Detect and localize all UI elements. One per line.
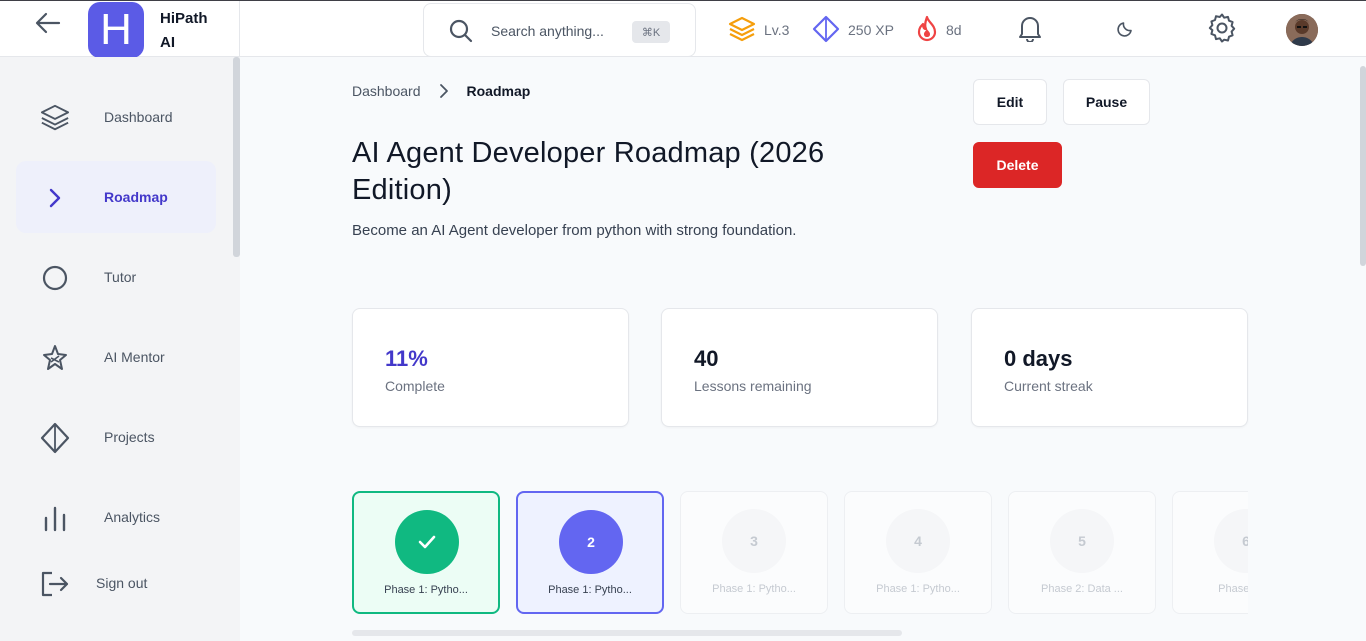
xp-chip[interactable]: 250 XP bbox=[812, 15, 894, 46]
sidebar-item-ai-mentor[interactable]: AI Mentor bbox=[16, 321, 216, 393]
sidebar-item-label: Roadmap bbox=[104, 189, 168, 205]
brand-divider bbox=[239, 1, 240, 58]
circle-icon bbox=[40, 263, 70, 293]
back-button[interactable] bbox=[30, 9, 66, 41]
stat-card-lessons: 40 Lessons remaining bbox=[661, 308, 938, 427]
back-arrow-icon bbox=[35, 12, 61, 39]
phase-label: Phase 1: Pytho... bbox=[876, 583, 960, 595]
sidebar-item-label: Dashboard bbox=[104, 109, 173, 125]
diamond-icon bbox=[40, 422, 70, 454]
pause-button[interactable]: Pause bbox=[1063, 79, 1150, 125]
user-avatar[interactable] bbox=[1286, 14, 1318, 46]
app-logo[interactable]: H bbox=[88, 2, 144, 58]
phase-card-2[interactable]: 2 Phase 1: Pytho... bbox=[516, 491, 664, 614]
sign-out-button[interactable]: Sign out bbox=[16, 547, 216, 619]
moon-icon bbox=[1117, 19, 1135, 42]
brand-name: HiPath AI bbox=[160, 7, 230, 55]
sidebar-item-analytics[interactable]: Analytics bbox=[16, 481, 216, 553]
phase-number: 4 bbox=[886, 509, 950, 573]
stat-label: Complete bbox=[385, 378, 445, 394]
brand-line-1: HiPath bbox=[160, 10, 208, 27]
stat-card-streak: 0 days Current streak bbox=[971, 308, 1248, 427]
top-header: H HiPath AI Search anything... ⌘K Lv.3 2… bbox=[0, 0, 1366, 58]
search-bar[interactable]: Search anything... ⌘K bbox=[423, 3, 696, 57]
phase-label: Phase 2: Data ... bbox=[1041, 583, 1123, 595]
phase-label: Phase 1: Pytho... bbox=[712, 583, 796, 595]
layers-icon bbox=[40, 103, 70, 133]
level-chip[interactable]: Lv.3 bbox=[728, 16, 789, 44]
sign-out-label: Sign out bbox=[96, 575, 148, 591]
sidebar-item-projects[interactable]: Projects bbox=[16, 401, 216, 473]
sidebar-item-dashboard[interactable]: Dashboard bbox=[16, 81, 216, 153]
checkmark-icon bbox=[395, 510, 459, 574]
stat-value: 11% bbox=[385, 346, 428, 371]
search-icon bbox=[448, 18, 474, 49]
search-shortcut-badge: ⌘K bbox=[632, 21, 670, 43]
stat-value: 40 bbox=[694, 346, 719, 371]
phase-number: 6 bbox=[1214, 509, 1248, 573]
phase-label: Phase 1: Pytho... bbox=[384, 584, 468, 596]
sparkle-star-icon bbox=[40, 343, 70, 373]
layers-icon bbox=[728, 16, 756, 45]
phase-strip: Phase 1: Pytho... 2 Phase 1: Pytho... 3 … bbox=[352, 491, 1248, 615]
flame-icon bbox=[916, 15, 938, 46]
bell-icon bbox=[1017, 14, 1043, 47]
logout-icon bbox=[40, 569, 70, 599]
logo-letter: H bbox=[100, 5, 132, 54]
breadcrumb-current: Roadmap bbox=[466, 83, 531, 99]
stat-label: Current streak bbox=[1004, 378, 1093, 394]
page-title: AI Agent Developer Roadmap (2026 Edition… bbox=[352, 137, 825, 206]
notifications-button[interactable] bbox=[1010, 11, 1050, 49]
breadcrumb-parent-link[interactable]: Dashboard bbox=[352, 83, 421, 99]
phase-card-5[interactable]: 5 Phase 2: Data ... bbox=[1008, 491, 1156, 614]
phase-label: Phase 1: Pytho... bbox=[548, 584, 632, 596]
breadcrumb: Dashboard Roadmap bbox=[352, 83, 530, 99]
phase-strip-scrollbar[interactable] bbox=[352, 630, 902, 636]
edit-button[interactable]: Edit bbox=[973, 79, 1047, 125]
settings-button[interactable] bbox=[1202, 11, 1242, 49]
stat-value: 0 days bbox=[1004, 346, 1073, 371]
bar-chart-icon bbox=[40, 503, 70, 533]
sidebar-item-label: Tutor bbox=[104, 269, 137, 285]
diamond-icon bbox=[812, 15, 840, 46]
search-input[interactable]: Search anything... bbox=[491, 23, 604, 39]
xp-text: 250 XP bbox=[848, 22, 894, 38]
sidebar-item-label: AI Mentor bbox=[104, 349, 165, 365]
level-text: Lv.3 bbox=[764, 22, 790, 38]
page-scrollbar[interactable] bbox=[1360, 66, 1366, 266]
brand-line-2: AI bbox=[160, 34, 175, 51]
streak-text: 8d bbox=[946, 22, 962, 38]
sidebar-item-roadmap[interactable]: Roadmap bbox=[16, 161, 216, 233]
delete-button[interactable]: Delete bbox=[973, 142, 1062, 188]
phase-number: 2 bbox=[559, 510, 623, 574]
sidebar-item-label: Projects bbox=[104, 429, 155, 445]
phase-card-6[interactable]: 6 Phase 2: ... bbox=[1172, 491, 1248, 614]
chevron-right-icon bbox=[439, 83, 449, 99]
phase-card-1[interactable]: Phase 1: Pytho... bbox=[352, 491, 500, 614]
theme-toggle-button[interactable] bbox=[1106, 11, 1146, 49]
sidebar: Dashboard Roadmap Tutor AI Mentor Projec… bbox=[0, 57, 240, 641]
sidebar-item-label: Analytics bbox=[104, 509, 161, 525]
page-subtitle: Become an AI Agent developer from python… bbox=[352, 222, 797, 239]
gear-icon bbox=[1206, 12, 1238, 49]
chevron-right-icon bbox=[40, 183, 70, 213]
phase-number: 3 bbox=[722, 509, 786, 573]
sidebar-item-tutor[interactable]: Tutor bbox=[16, 241, 216, 313]
stat-label: Lessons remaining bbox=[694, 378, 812, 394]
phase-card-3[interactable]: 3 Phase 1: Pytho... bbox=[680, 491, 828, 614]
phase-card-4[interactable]: 4 Phase 1: Pytho... bbox=[844, 491, 992, 614]
phase-number: 5 bbox=[1050, 509, 1114, 573]
main-content: Dashboard Roadmap AI Agent Developer Roa… bbox=[240, 57, 1360, 641]
sidebar-scrollbar[interactable] bbox=[233, 57, 240, 257]
phase-label: Phase 2: ... bbox=[1218, 583, 1248, 595]
streak-chip[interactable]: 8d bbox=[916, 15, 962, 46]
stat-card-progress: 11% Complete bbox=[352, 308, 629, 427]
